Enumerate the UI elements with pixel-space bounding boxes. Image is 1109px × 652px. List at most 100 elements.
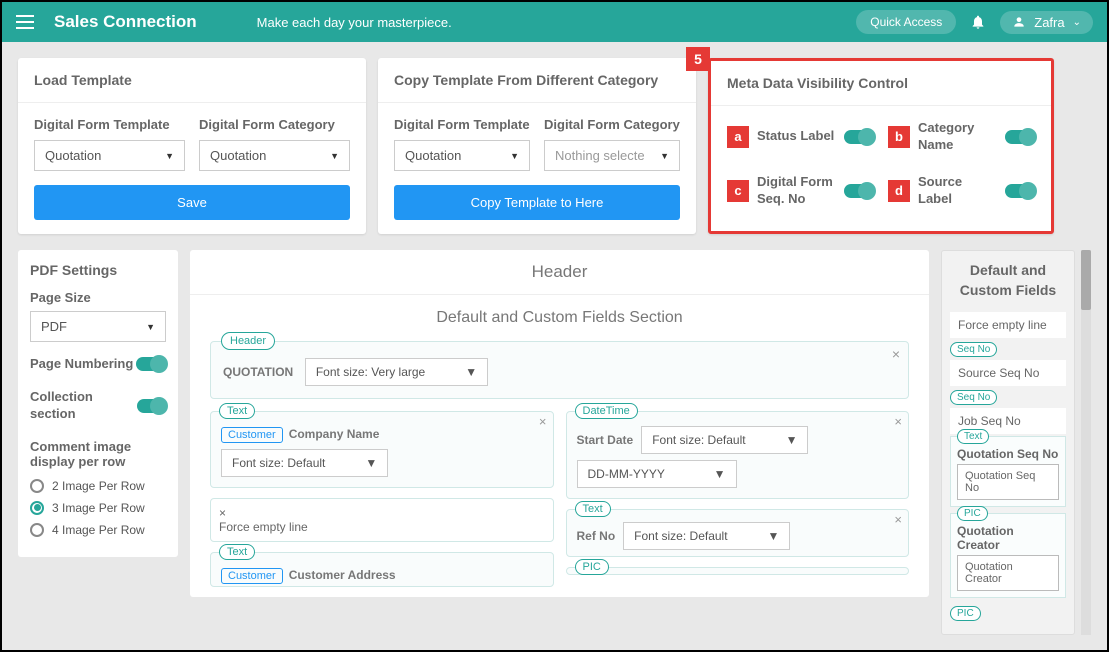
customer-tag: Customer (221, 568, 283, 584)
annotation-a: a (727, 126, 749, 148)
text-tag: Text (957, 429, 989, 444)
pic-group: PIC Quotation Creator Quotation Creator (950, 513, 1066, 598)
copy-category-select[interactable]: Nothing selecte▼ (544, 140, 680, 171)
close-icon[interactable]: × (894, 512, 902, 527)
tagline: Make each day your masterpiece. (257, 15, 452, 30)
user-name: Zafra (1034, 15, 1064, 30)
meta-title: Meta Data Visibility Control (711, 61, 1051, 106)
text-tag: Text (219, 544, 255, 560)
default-fields-panel: Default and Custom Fields Force empty li… (941, 250, 1075, 635)
annotation-c: c (727, 180, 749, 202)
chevron-down-icon: ⌄ (1073, 17, 1081, 28)
meta-data-card: 5 Meta Data Visibility Control a Status … (708, 58, 1054, 234)
source-label-toggle[interactable] (1005, 184, 1035, 198)
status-label-toggle[interactable] (844, 130, 874, 144)
copy-button[interactable]: Copy Template to Here (394, 185, 680, 220)
scrollbar[interactable] (1081, 250, 1091, 635)
radio-icon (30, 479, 44, 493)
close-icon[interactable]: × (894, 414, 902, 429)
font-size-select[interactable]: Font size: Very large▼ (305, 358, 488, 386)
source-seq-item[interactable]: Source Seq No (950, 360, 1066, 386)
hamburger-icon[interactable] (16, 15, 34, 29)
force-empty-item[interactable]: Force empty line (950, 312, 1066, 338)
pdf-settings-title: PDF Settings (30, 262, 166, 278)
radio-4-per-row[interactable]: 4 Image Per Row (30, 523, 166, 537)
collection-section-label: Collection section (30, 389, 137, 423)
header-section-title: Header (190, 250, 929, 295)
page-numbering-toggle[interactable] (136, 357, 166, 371)
quotation-seq-box[interactable]: Quotation Seq No (957, 464, 1059, 500)
start-date-label: Start Date (577, 433, 634, 447)
caret-down-icon: ▼ (660, 151, 669, 161)
copy-template-card: Copy Template From Different Category Di… (378, 58, 696, 234)
caret-down-icon: ▼ (714, 467, 726, 481)
quotation-creator-box[interactable]: Quotation Creator (957, 555, 1059, 591)
company-name-label: Company Name (289, 427, 380, 441)
seq-no-toggle[interactable] (844, 184, 874, 198)
datetime-block: DateTime × Start Date Font size: Default… (566, 411, 910, 499)
page-size-label: Page Size (30, 290, 166, 305)
force-empty-line: × Force empty line (210, 498, 554, 542)
load-template-card: Load Template Digital Form Template Quot… (18, 58, 366, 234)
font-size-select[interactable]: Font size: Default▼ (221, 449, 388, 477)
category-select[interactable]: Quotation▼ (199, 140, 350, 171)
annotation-d: d (888, 180, 910, 202)
caret-down-icon: ▼ (365, 456, 377, 470)
close-icon[interactable]: × (219, 506, 545, 520)
radio-2-per-row[interactable]: 2 Image Per Row (30, 479, 166, 493)
close-icon[interactable]: × (539, 414, 547, 429)
ref-no-label: Ref No (577, 529, 616, 543)
header-tag: Header (221, 332, 275, 350)
collection-section-toggle[interactable] (137, 399, 166, 413)
category-name-text: Category Name (918, 120, 997, 154)
page-numbering-label: Page Numbering (30, 356, 133, 373)
pic-tag: PIC (950, 606, 981, 621)
text-tag: Text (219, 403, 255, 419)
template-select[interactable]: Quotation▼ (34, 140, 185, 171)
pdf-settings-panel: PDF Settings Page Size PDF▼ Page Numberi… (18, 250, 178, 557)
user-menu[interactable]: Zafra ⌄ (1000, 11, 1093, 34)
close-icon[interactable]: × (892, 346, 900, 362)
pic-tag: PIC (957, 506, 988, 521)
page-size-select[interactable]: PDF▼ (30, 311, 166, 342)
text-block-company: Text × CustomerCompany Name Font size: D… (210, 411, 554, 488)
radio-3-per-row[interactable]: 3 Image Per Row (30, 501, 166, 515)
quick-access-button[interactable]: Quick Access (856, 10, 956, 34)
pic-tag: PIC (575, 559, 609, 575)
annotation-b: b (888, 126, 910, 148)
category-name-toggle[interactable] (1005, 130, 1035, 144)
avatar-icon (1012, 15, 1026, 29)
comment-image-label: Comment image display per row (30, 439, 166, 469)
annotation-5: 5 (686, 47, 710, 71)
save-button[interactable]: Save (34, 185, 350, 220)
copy-category-label: Digital Form Category (544, 117, 680, 132)
caret-down-icon: ▼ (786, 433, 798, 447)
date-format-select[interactable]: DD-MM-YYYY▼ (577, 460, 737, 488)
text-group: Text Quotation Seq No Quotation Seq No (950, 436, 1066, 507)
default-fields-title: Default and Custom Fields (950, 261, 1066, 300)
datetime-tag: DateTime (575, 403, 638, 419)
customer-address-label: Customer Address (289, 568, 396, 582)
seq-no-text: Digital Form Seq. No (757, 174, 836, 208)
caret-down-icon: ▼ (465, 365, 477, 379)
caret-down-icon: ▼ (146, 322, 155, 332)
radio-icon (30, 523, 44, 537)
quotation-label: QUOTATION (223, 365, 293, 379)
header-field-card: Header × QUOTATION Font size: Very large… (210, 341, 909, 399)
center-panel: Header Default and Custom Fields Section… (190, 250, 929, 597)
template-label: Digital Form Template (34, 117, 185, 132)
font-size-select[interactable]: Font size: Default▼ (641, 426, 808, 454)
brand-title: Sales Connection (54, 12, 197, 32)
quotation-seq-label: Quotation Seq No (957, 447, 1059, 461)
bell-icon[interactable] (970, 14, 986, 30)
text-tag: Text (575, 501, 611, 517)
copy-template-select[interactable]: Quotation▼ (394, 140, 530, 171)
font-size-select[interactable]: Font size: Default▼ (623, 522, 790, 550)
caret-down-icon: ▼ (165, 151, 174, 161)
pic-block: PIC (566, 567, 910, 575)
caret-down-icon: ▼ (768, 529, 780, 543)
load-template-title: Load Template (18, 58, 366, 103)
customer-tag: Customer (221, 427, 283, 443)
category-label: Digital Form Category (199, 117, 350, 132)
copy-template-label: Digital Form Template (394, 117, 530, 132)
